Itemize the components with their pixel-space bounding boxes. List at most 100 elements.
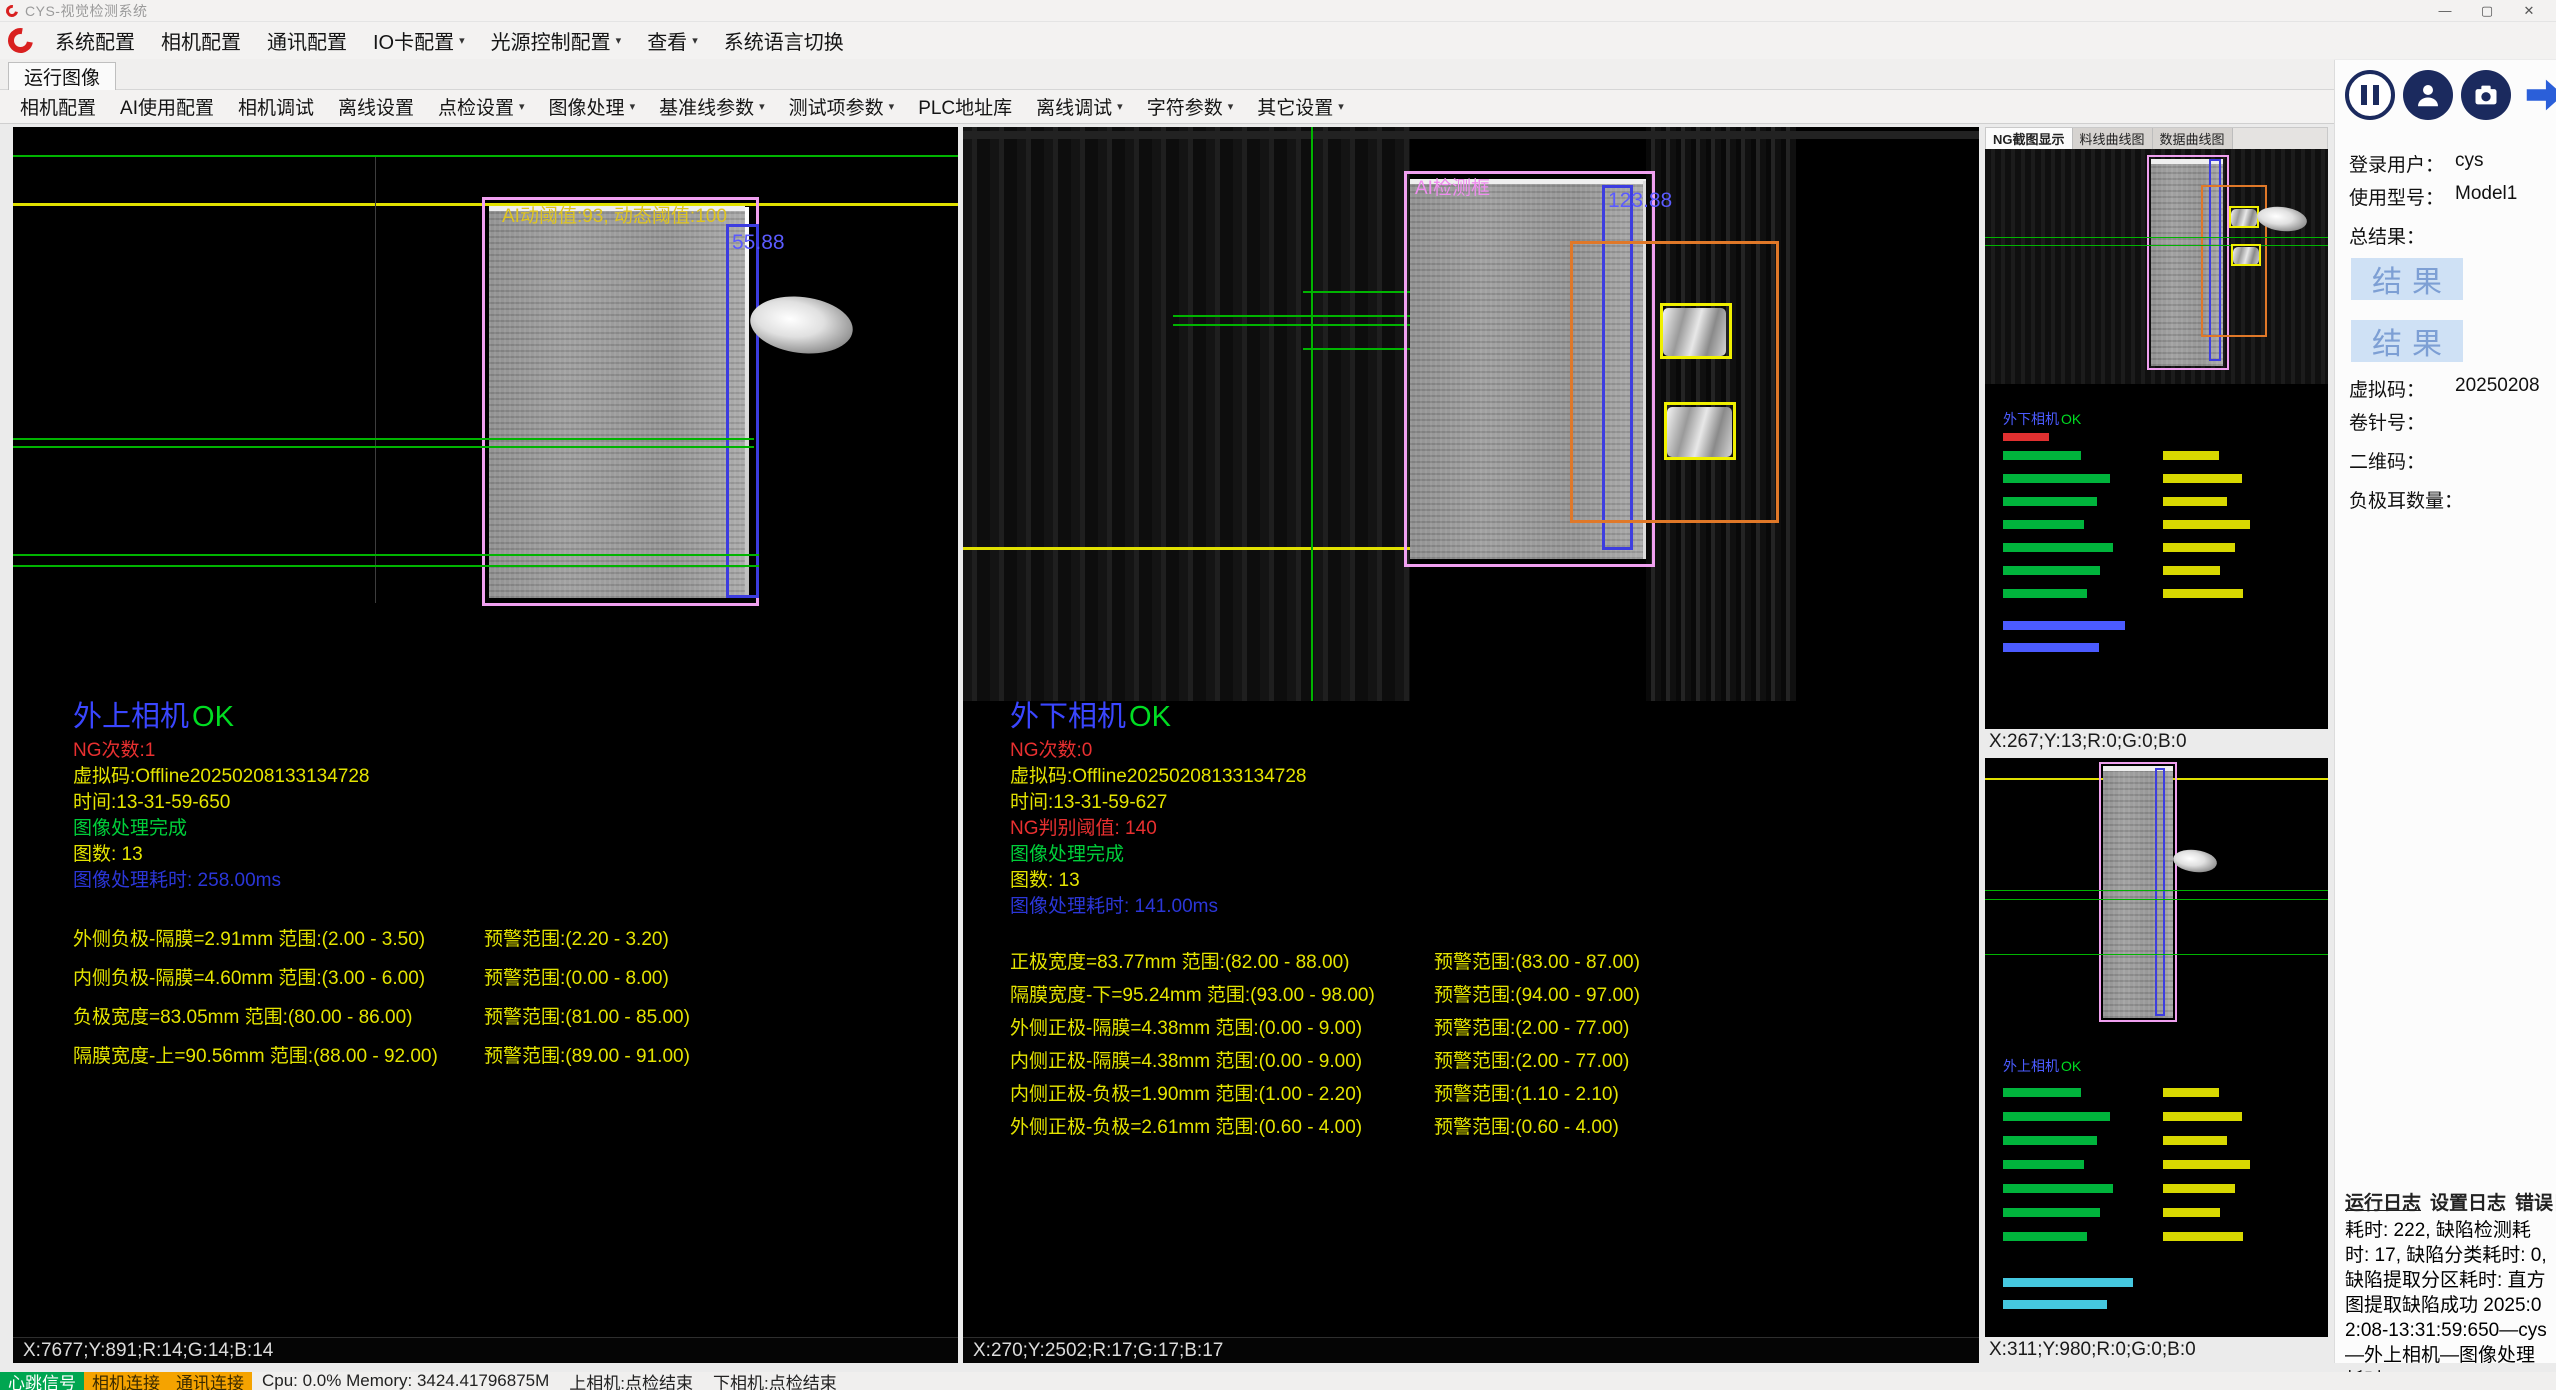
toolbar-item-4[interactable]: 点检设置▾ (426, 93, 537, 120)
toolbar-item-2[interactable]: 相机调试 (226, 93, 326, 120)
thumb-text-row (2003, 1160, 2318, 1172)
measurement-warn: 预警范围:(2.20 - 3.20) (484, 924, 669, 951)
toolbar-item-0[interactable]: 相机配置 (8, 93, 108, 120)
thumb-text-yellow (2163, 1232, 2243, 1241)
menu-item-4[interactable]: 光源控制配置▾ (478, 22, 635, 59)
tab-count-row: 负极耳数量： (2349, 486, 2551, 513)
measurement-row: 外侧正极-隔膜=4.38mm 范围:(0.00 - 9.00)预警范围:(2.0… (1010, 1013, 1963, 1037)
camera-title: 外下相机OK (1010, 693, 1171, 735)
mini-roi-yellow (2231, 244, 2261, 266)
thumb-text-green (2003, 474, 2110, 483)
toolbar-item-7[interactable]: 测试项参数▾ (777, 93, 907, 120)
right-pixel-coords: X:270;Y:2502;R:17;G:17;B:17 (963, 1337, 1979, 1363)
menu-item-3[interactable]: IO卡配置▾ (360, 22, 478, 59)
guide-line-green (13, 554, 759, 556)
thumb-text-green (2003, 1232, 2087, 1241)
ai-threshold-label: AI动阈值:93, 动态阈值:100 (502, 201, 727, 228)
model-label: 使用型号： (2349, 183, 2453, 210)
toolbar: 相机配置AI使用配置相机调试离线设置点检设置▾图像处理▾基准线参数▾测试项参数▾… (0, 90, 2334, 124)
virtual-code-value: 20250208 (2455, 375, 2540, 402)
menu-item-2[interactable]: 通讯配置 (254, 22, 360, 59)
thumb-text-green (2003, 1184, 2113, 1193)
dropdown-caret-icon: ▾ (889, 100, 895, 113)
left-camera-panel: AI动阈值:93, 动态阈值:100 55.88 外上相机OK NG次数:1 虚… (13, 127, 958, 1363)
view-tab-row: 运行图像 (0, 59, 2334, 90)
menu-item-5[interactable]: 查看▾ (634, 22, 711, 59)
toolbar-item-8[interactable]: PLC地址库 (906, 93, 1024, 120)
result-display-1: 结果 (2351, 258, 2463, 300)
log-tab-2[interactable]: 错误日志 (2515, 1188, 2556, 1215)
toolbar-item-11[interactable]: 其它设置▾ (1245, 93, 1356, 120)
ng-tab-1[interactable]: 料线曲线图 (2073, 128, 2153, 149)
thumb-text-green (2003, 497, 2097, 506)
thumb-text-row (2003, 1112, 2318, 1124)
measurement-warn: 预警范围:(0.00 - 8.00) (484, 963, 669, 990)
thumb-text-yellow (2163, 1136, 2227, 1145)
camera-name: 外上相机 (73, 701, 189, 733)
log-tab-1[interactable]: 设置日志 (2430, 1188, 2506, 1215)
roi-box-blue (726, 224, 759, 598)
ng-tab-2[interactable]: 数据曲线图 (2153, 128, 2233, 149)
mini-guide-line (1985, 237, 2328, 238)
thumb-text-green (2003, 1136, 2097, 1145)
result-display-2: 结果 (2351, 320, 2463, 362)
thumb-text-green (2003, 451, 2081, 460)
info-panel: 登录用户： cys 使用型号： Model1 总结果： 结果 结果 虚拟码： 2… (2334, 60, 2556, 1363)
toolbar-item-5[interactable]: 图像处理▾ (537, 93, 648, 120)
measurement-row: 隔膜宽度-下=95.24mm 范围:(93.00 - 98.00)预警范围:(9… (1010, 980, 1963, 1004)
thumb-text-yellow (2163, 589, 2243, 598)
roi-box-orange (1570, 241, 1779, 523)
measurement-text: 负极宽度=83.05mm 范围:(80.00 - 86.00) (73, 1007, 413, 1028)
result-label: 总结果： (2349, 222, 2453, 249)
right-camera-panel: AI检测框 123.88 外下相机OK NG次数:0 虚拟码:Offline20… (963, 127, 1979, 1363)
thumb-text-yellow (2163, 1088, 2219, 1097)
status-bar: 心跳信号 相机连接 通讯连接 Cpu: 0.0% Memory: 3424.41… (0, 1372, 2556, 1390)
thumb-text-row (2003, 589, 2318, 601)
reel-label: 卷针号： (2349, 408, 2453, 435)
left-pixel-coords: X:7677;Y:891;R:14;G:14;B:14 (13, 1337, 958, 1363)
toolbar-item-9[interactable]: 离线调试▾ (1024, 93, 1135, 120)
toolbar-item-10[interactable]: 字符参数▾ (1135, 93, 1246, 120)
mini-guide-line (1985, 954, 2328, 955)
log-tab-0[interactable]: 运行日志 (2345, 1188, 2421, 1215)
menu-item-1[interactable]: 相机配置 (148, 22, 254, 59)
dropdown-caret-icon: ▾ (459, 34, 465, 47)
upper-camera-status: 上相机:点检结束 (559, 1372, 703, 1390)
left-camera-view[interactable]: AI动阈值:93, 动态阈值:100 55.88 外上相机OK NG次数:1 虚… (13, 127, 958, 1337)
pause-button[interactable] (2345, 70, 2395, 120)
toolbar-item-1[interactable]: AI使用配置 (108, 93, 226, 120)
maximize-button[interactable]: ▢ (2466, 0, 2508, 21)
measure-value-label: 55.88 (732, 231, 785, 255)
menu-item-6[interactable]: 系统语言切换 (711, 22, 857, 59)
camera-button[interactable] (2461, 70, 2511, 120)
next-button[interactable] (2519, 70, 2556, 120)
application-window: CYS-视觉检测系统 — ▢ ✕ 系统配置相机配置通讯配置IO卡配置▾光源控制配… (0, 0, 2556, 1390)
ng-tab-0[interactable]: NG截图显示 (1986, 128, 2073, 149)
ng-thumbnail-top[interactable]: 外下相机OK (1985, 149, 2328, 729)
ng-thumbnail-bottom[interactable]: 外上相机OK (1985, 758, 2328, 1337)
thumb-text-row (2003, 520, 2318, 532)
close-button[interactable]: ✕ (2508, 0, 2550, 21)
machine-band (963, 131, 1979, 139)
mini-text-blue (2003, 621, 2125, 630)
roi-box-yellow (1660, 303, 1732, 359)
menu-items: 系统配置相机配置通讯配置IO卡配置▾光源控制配置▾查看▾系统语言切换 (42, 22, 857, 59)
toolbar-item-3[interactable]: 离线设置 (326, 93, 426, 120)
thumb-text-yellow (2163, 1208, 2220, 1217)
user-button[interactable] (2403, 70, 2453, 120)
thumb-text-green (2003, 1208, 2100, 1217)
measurement-warn: 预警范围:(94.00 - 97.00) (1434, 980, 1640, 1007)
process-done: 图像处理完成 (73, 813, 187, 840)
mini-roi-pink (2099, 762, 2177, 1022)
guide-line-green (13, 565, 759, 567)
right-camera-view[interactable]: AI检测框 123.88 外下相机OK NG次数:0 虚拟码:Offline20… (963, 127, 1979, 1337)
thumb-text-green (2003, 543, 2113, 552)
tab-run-image[interactable]: 运行图像 (8, 62, 116, 90)
mini-camera-result: OK (2061, 411, 2081, 427)
ng-count: NG次数:0 (1010, 735, 1092, 762)
ai-box-label: AI检测框 (1415, 173, 1490, 200)
ng-threshold: NG判别阈值: 140 (1010, 813, 1157, 840)
minimize-button[interactable]: — (2424, 0, 2466, 21)
menu-item-0[interactable]: 系统配置 (42, 22, 148, 59)
toolbar-item-6[interactable]: 基准线参数▾ (647, 93, 777, 120)
